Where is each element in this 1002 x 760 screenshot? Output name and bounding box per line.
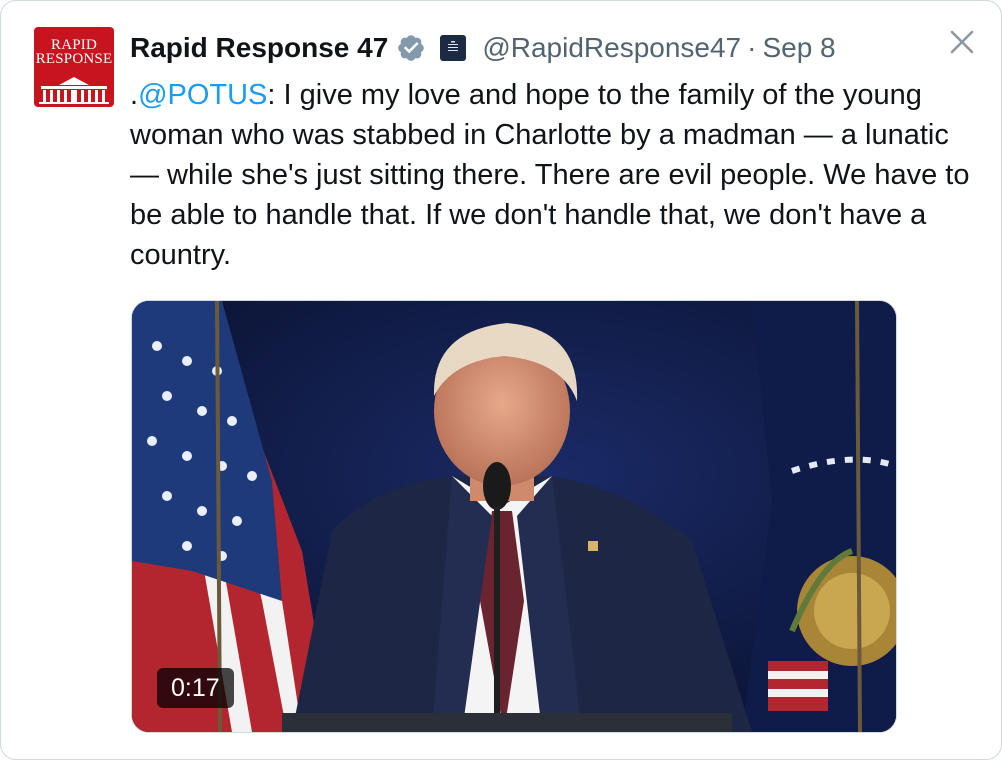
tweet-header: Rapid Response 47 @RapidResponse47 · Sep… bbox=[130, 28, 836, 68]
header-separator: · bbox=[747, 32, 757, 63]
seal-icon bbox=[448, 41, 459, 51]
avatar-logo-text: RAPID RESPONSE bbox=[35, 37, 113, 67]
video-frame-image bbox=[132, 301, 896, 732]
close-icon[interactable] bbox=[945, 27, 979, 61]
tweet-card: RAPID RESPONSE Rapid Response 47 @RapidR… bbox=[0, 0, 1002, 760]
account-avatar[interactable]: RAPID RESPONSE bbox=[34, 27, 114, 107]
video-duration-badge: 0:17 bbox=[157, 668, 234, 708]
mention-link[interactable]: @POTUS bbox=[138, 79, 267, 111]
close-x-icon bbox=[950, 30, 974, 54]
tweet-prefix: . bbox=[130, 79, 139, 111]
account-handle[interactable]: @RapidResponse47 bbox=[482, 32, 741, 64]
tweet-text: .@POTUS: I give my love and hope to the … bbox=[130, 75, 970, 275]
verified-badge-icon bbox=[398, 35, 425, 61]
video-player[interactable]: 0:17 bbox=[131, 300, 897, 733]
tweet-date[interactable]: Sep 8 bbox=[762, 32, 835, 64]
display-name[interactable]: Rapid Response 47 bbox=[130, 32, 388, 64]
white-house-logo-icon bbox=[39, 77, 109, 104]
podium bbox=[282, 713, 732, 732]
white-house-badge-icon[interactable] bbox=[440, 35, 467, 61]
